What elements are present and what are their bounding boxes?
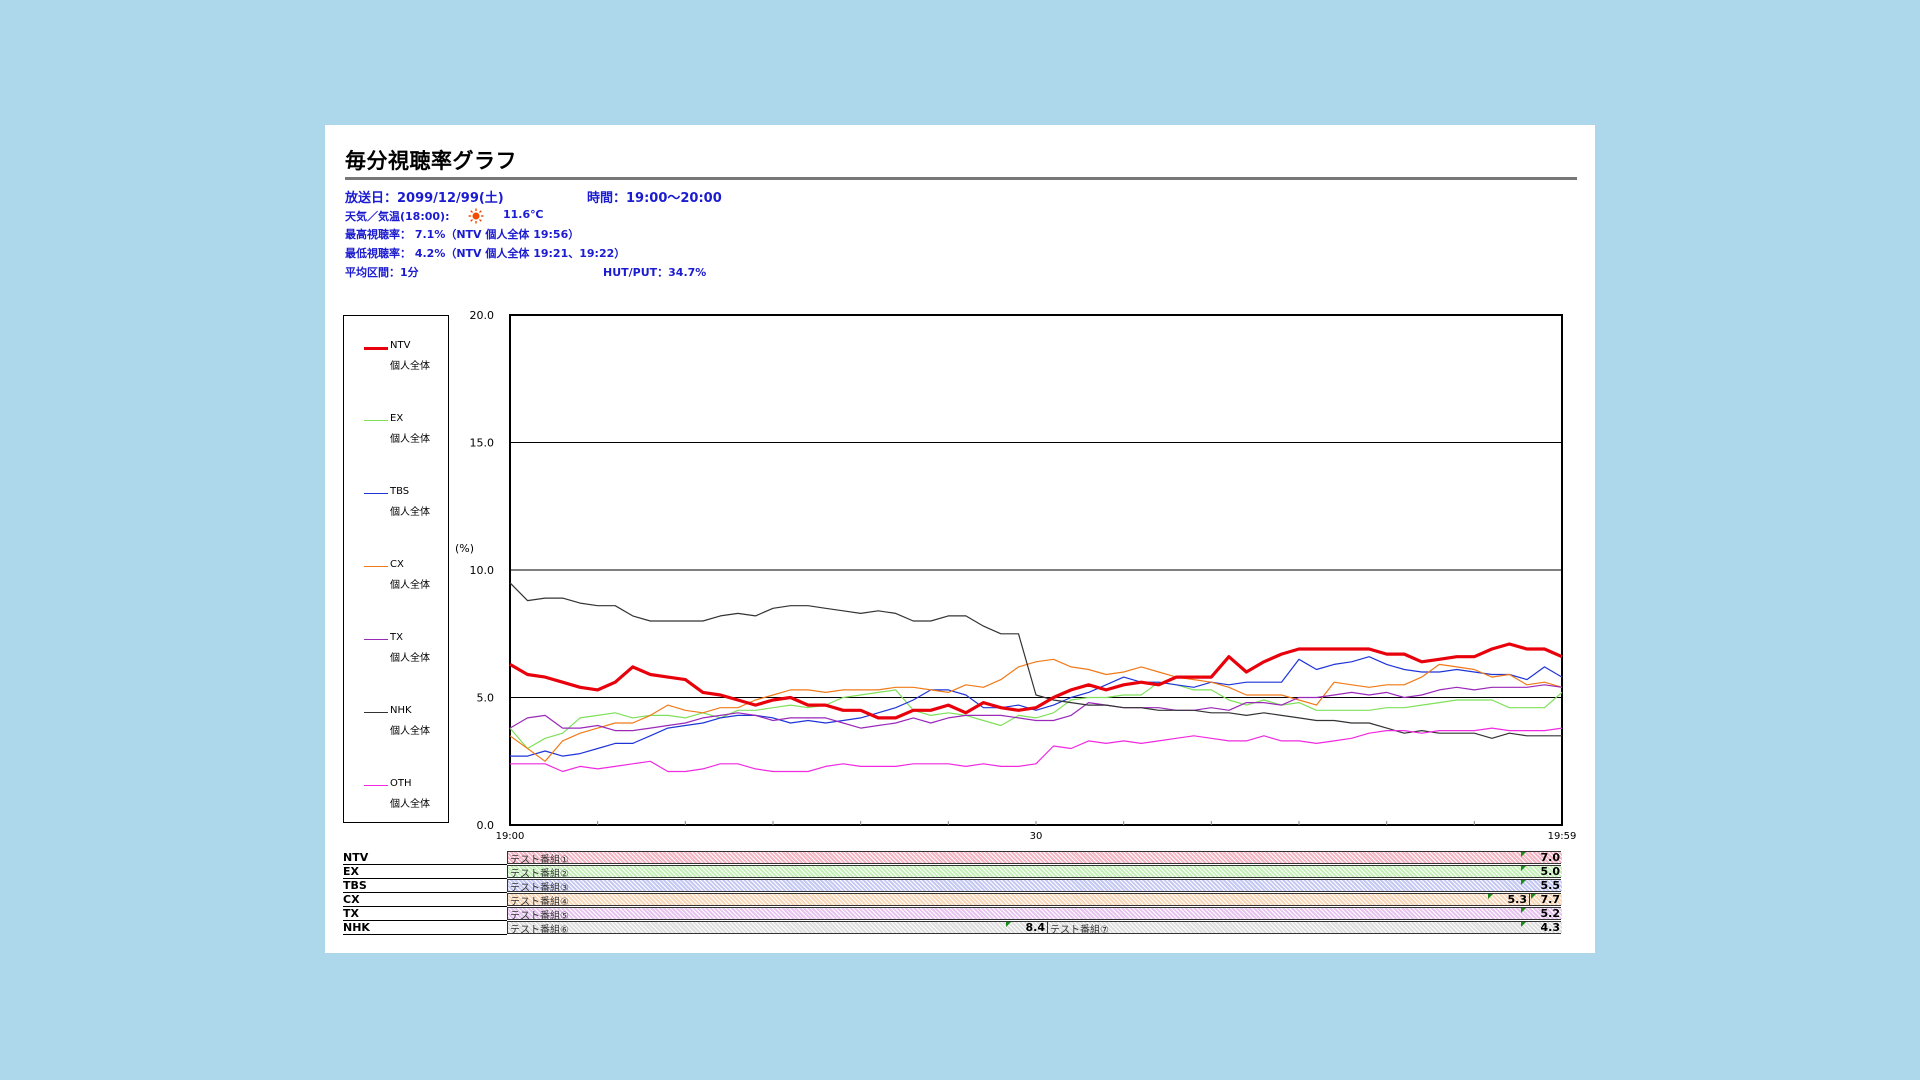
program-segment: 7.7 bbox=[1530, 893, 1562, 906]
program-rating: 5.2 bbox=[1540, 907, 1561, 920]
program-bar: テスト番組② 5.0 bbox=[507, 865, 1562, 880]
program-bar: テスト番組⑤ 5.2 bbox=[507, 907, 1562, 922]
program-title: テスト番組③ bbox=[510, 883, 569, 894]
row-divider bbox=[343, 934, 507, 935]
program-segment: テスト番組⑦ 4.3 bbox=[1048, 921, 1562, 936]
program-title: テスト番組⑤ bbox=[510, 911, 569, 922]
peak-flag-icon bbox=[1521, 852, 1526, 857]
program-segment: テスト番組④ 5.3 bbox=[508, 893, 1530, 908]
peak-flag-icon bbox=[1006, 922, 1011, 927]
channel-name: TBS bbox=[343, 879, 367, 892]
peak-flag-icon bbox=[1531, 894, 1536, 899]
line-chart: 0.0 5.0 10.0 15.0 20.0 (%) 19:00 30 19:59 bbox=[455, 309, 1577, 842]
y-tick-label: 10.0 bbox=[470, 564, 495, 577]
x-tick-label: 19:59 bbox=[1548, 831, 1577, 842]
peak-flag-icon bbox=[1521, 880, 1526, 885]
x-tick-label: 30 bbox=[1030, 831, 1043, 842]
program-segment: テスト番組② 5.0 bbox=[508, 865, 1562, 880]
channel-name: NTV bbox=[343, 851, 369, 864]
program-title: テスト番組② bbox=[510, 869, 569, 880]
y-tick-label: 15.0 bbox=[470, 437, 495, 450]
program-segment: テスト番組⑤ 5.2 bbox=[508, 907, 1562, 922]
program-row-tx: TX テスト番組⑤ 5.2 bbox=[343, 907, 1583, 922]
program-bar: テスト番組⑥ 8.4 テスト番組⑦ 4.3 bbox=[507, 921, 1562, 936]
channel-name: NHK bbox=[343, 921, 370, 934]
y-tick-label: 5.0 bbox=[477, 692, 495, 705]
program-rating: 5.5 bbox=[1540, 879, 1561, 892]
peak-flag-icon bbox=[1521, 866, 1526, 871]
program-rating: 5.3 bbox=[1507, 893, 1528, 906]
program-bar: テスト番組④ 5.3 7.7 bbox=[507, 893, 1562, 908]
program-rating: 7.7 bbox=[1540, 893, 1561, 906]
program-row-cx: CX テスト番組④ 5.3 7.7 bbox=[343, 893, 1583, 908]
program-rating: 5.0 bbox=[1540, 865, 1561, 878]
program-title: テスト番組⑦ bbox=[1050, 925, 1109, 936]
program-segment: テスト番組⑥ 8.4 bbox=[508, 921, 1048, 936]
program-title: テスト番組① bbox=[510, 855, 569, 866]
program-row-ex: EX テスト番組② 5.0 bbox=[343, 865, 1583, 880]
program-row-ntv: NTV テスト番組① 7.0 bbox=[343, 851, 1583, 866]
program-rating: 8.4 bbox=[1025, 921, 1046, 934]
program-bar: テスト番組③ 5.5 bbox=[507, 879, 1562, 894]
program-rating: 7.0 bbox=[1540, 851, 1561, 864]
peak-flag-icon bbox=[1488, 894, 1493, 899]
program-title: テスト番組④ bbox=[510, 897, 569, 908]
program-segment: テスト番組③ 5.5 bbox=[508, 879, 1562, 894]
program-rating: 4.3 bbox=[1540, 921, 1561, 934]
y-axis-label: (%) bbox=[455, 542, 474, 555]
channel-name: TX bbox=[343, 907, 359, 920]
channel-name: EX bbox=[343, 865, 359, 878]
peak-flag-icon bbox=[1521, 922, 1526, 927]
x-tick-label: 19:00 bbox=[496, 831, 525, 842]
program-bar: テスト番組① 7.0 bbox=[507, 851, 1562, 866]
y-tick-label: 0.0 bbox=[477, 819, 495, 832]
program-row-nhk: NHK テスト番組⑥ 8.4 テスト番組⑦ 4.3 bbox=[343, 921, 1583, 936]
y-tick-label: 20.0 bbox=[470, 309, 495, 322]
peak-flag-icon bbox=[1521, 908, 1526, 913]
report-panel: 毎分視聴率グラフ 放送日：2099/12/99(土) 時間：19:00～20:0… bbox=[325, 125, 1595, 953]
program-segment: テスト番組① 7.0 bbox=[508, 851, 1562, 866]
program-title: テスト番組⑥ bbox=[510, 925, 569, 936]
program-row-tbs: TBS テスト番組③ 5.5 bbox=[343, 879, 1583, 894]
channel-name: CX bbox=[343, 893, 360, 906]
